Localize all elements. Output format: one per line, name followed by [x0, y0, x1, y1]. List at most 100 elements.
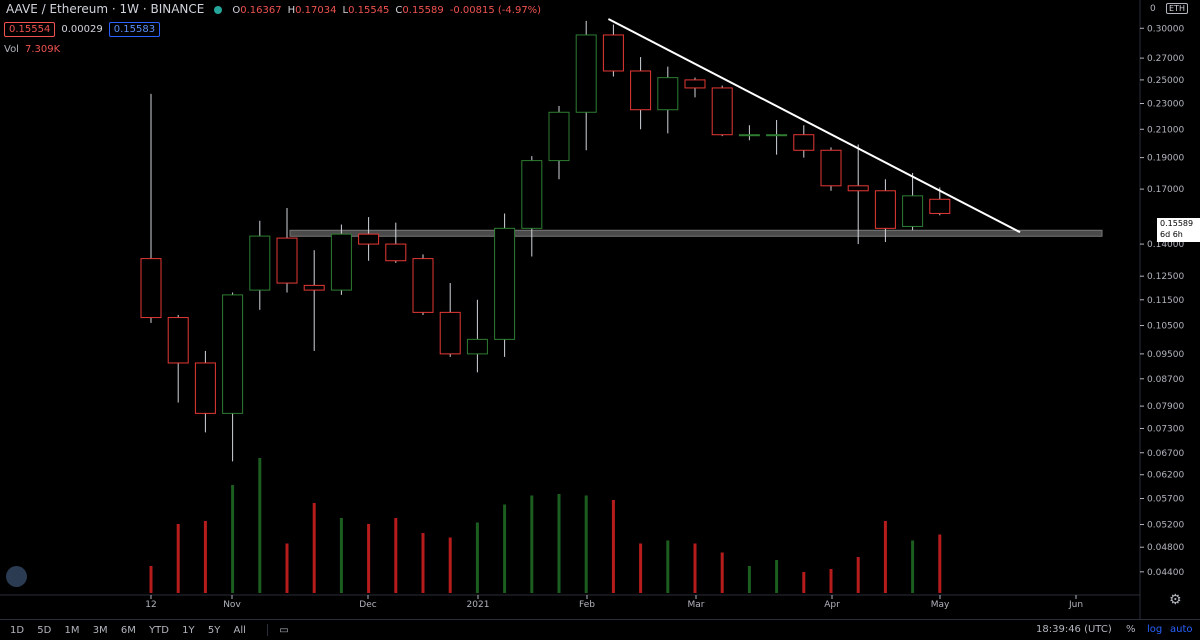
tradingview-logo-icon[interactable] — [6, 566, 27, 587]
candle-body — [330, 233, 352, 291]
candles — [140, 20, 951, 462]
timeframe-5d[interactable]: 5D — [37, 625, 51, 636]
open-value: 0.16367 — [240, 5, 282, 16]
volume-bar — [856, 557, 860, 593]
candle-body — [548, 111, 570, 162]
volume-bar — [720, 552, 724, 593]
volume-bar — [203, 521, 207, 593]
price-tick-label: 0.06700 — [1147, 449, 1184, 459]
timeframe-3m[interactable]: 3M — [93, 625, 108, 636]
time-axis[interactable]: 12 Nov Dec 2021 Feb Mar Apr May Jun — [145, 595, 1083, 610]
price-tick-label: 0.17000 — [1147, 185, 1184, 195]
low-value: 0.15545 — [348, 5, 390, 16]
high-label: H — [287, 5, 296, 16]
market-status-icon — [214, 5, 223, 14]
candle-body — [684, 79, 706, 89]
price-axis-zero-label: 0 — [1150, 4, 1156, 14]
time-tick-label: Feb — [579, 600, 595, 610]
candle-body — [820, 149, 842, 187]
price-tick-label: 0.05700 — [1147, 495, 1184, 505]
volume-bar — [666, 540, 670, 593]
candle-body — [711, 87, 733, 136]
candle-body — [902, 195, 924, 227]
volume-bar — [258, 458, 262, 593]
price-tick-label: 0.07300 — [1147, 424, 1184, 434]
volume-bar — [911, 540, 915, 593]
timeframe-1d[interactable]: 1D — [10, 625, 24, 636]
timeframe-1y[interactable]: 1Y — [182, 625, 194, 636]
volume-bar — [149, 566, 153, 593]
candle-body — [385, 243, 407, 262]
volume-bar — [938, 534, 942, 593]
timeframe-ytd[interactable]: YTD — [149, 625, 169, 636]
price-tick-label: 0.25000 — [1147, 76, 1184, 86]
last-price-tag: 0.15589 6d 6h — [1157, 218, 1200, 242]
timeframe-6m[interactable]: 6M — [121, 625, 136, 636]
last-price-value: 0.15589 — [1160, 219, 1194, 228]
time-tick-label: Apr — [824, 600, 840, 610]
volume-bar — [611, 500, 615, 593]
volume-bar — [639, 543, 643, 593]
price-chart[interactable]: 0.30000 0.27000 0.25000 0.23000 0.21000 0.190… — [0, 0, 1200, 619]
candle-body — [738, 134, 760, 137]
timeframe-all[interactable]: All — [234, 625, 246, 636]
volume-bar — [883, 521, 887, 593]
date-range-icon[interactable]: ▭ — [279, 625, 288, 636]
candle-body — [657, 77, 679, 111]
bid-price[interactable]: 0.15554 — [4, 22, 56, 37]
time-tick-label: Jun — [1068, 600, 1083, 610]
high-value: 0.17034 — [295, 5, 337, 16]
candle-body — [521, 160, 543, 229]
log-scale-toggle[interactable]: log — [1147, 624, 1162, 635]
utc-clock[interactable]: 18:39:46 (UTC) — [1036, 624, 1112, 635]
price-tick-label: 0.04400 — [1147, 568, 1184, 578]
time-tick-label: Mar — [688, 600, 705, 610]
candle-body — [303, 284, 325, 291]
time-tick-label: May — [931, 600, 950, 610]
bottom-toolbar: 1D 5D 1M 3M 6M YTD 1Y 5Y All ▭ 18:39:46 … — [0, 619, 1200, 640]
candle-body — [249, 235, 271, 291]
support-zone — [289, 229, 1103, 237]
trendline[interactable] — [607, 18, 1021, 234]
candle-body — [630, 70, 652, 111]
gear-icon[interactable]: ⚙ — [1169, 592, 1182, 608]
volume-bar — [584, 495, 588, 593]
time-tick-label: 12 — [145, 600, 156, 610]
price-axis[interactable]: 0.30000 0.27000 0.25000 0.23000 0.21000 0.190… — [1140, 24, 1184, 578]
volume-bar — [530, 495, 534, 593]
candle-body — [276, 237, 298, 284]
candle-body — [222, 294, 244, 414]
volume-bar — [557, 494, 561, 593]
candle-body — [194, 362, 216, 414]
auto-scale-toggle[interactable]: auto — [1170, 624, 1193, 635]
symbol-title[interactable]: AAVE / Ethereum · 1W · BINANCE — [6, 2, 204, 16]
time-tick-label: Nov — [223, 600, 241, 610]
candle-body — [494, 227, 516, 340]
ask-price[interactable]: 0.15583 — [108, 22, 161, 37]
price-tick-label: 0.11500 — [1147, 296, 1184, 306]
candle-body — [439, 311, 461, 355]
candle-body — [929, 198, 951, 214]
price-tick-label: 0.12500 — [1147, 272, 1184, 282]
volume-bar — [231, 485, 235, 593]
timeframe-selector: 1D 5D 1M 3M 6M YTD 1Y 5Y All ▭ — [10, 624, 289, 636]
percent-scale-toggle[interactable]: % — [1126, 624, 1136, 635]
volume-bar — [312, 503, 316, 593]
timeframe-5y[interactable]: 5Y — [208, 625, 220, 636]
price-tick-label: 0.05200 — [1147, 521, 1184, 531]
volume-bar — [394, 518, 398, 593]
candle-body — [575, 34, 597, 113]
toolbar-divider — [267, 624, 269, 636]
ohlc-values: O0.16367 H0.17034 L0.15545 C0.15589 -0.00815… — [232, 5, 547, 16]
volume-bar — [339, 518, 343, 593]
price-tick-label: 0.27000 — [1147, 54, 1184, 64]
candle-body — [140, 258, 162, 319]
currency-badge[interactable]: ETH — [1166, 3, 1188, 14]
volume-bar — [802, 572, 806, 593]
candle-body — [874, 190, 896, 229]
bar-countdown: 6d 6h — [1160, 230, 1183, 239]
timeframe-1m[interactable]: 1M — [65, 625, 80, 636]
price-tick-label: 0.09500 — [1147, 350, 1184, 360]
volume-bar — [475, 522, 479, 593]
volume-bar — [421, 533, 425, 593]
